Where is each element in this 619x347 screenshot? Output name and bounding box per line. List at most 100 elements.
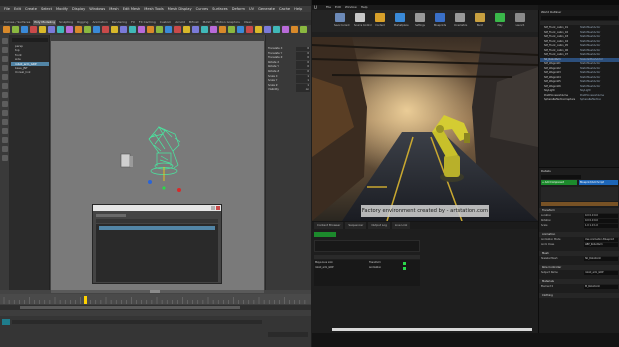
maya-tool-icon[interactable]: [2, 146, 8, 152]
shelf-tool-icon[interactable]: [192, 26, 199, 33]
ue-toolbar-blueprints-button[interactable]: Blueprints: [434, 13, 446, 29]
shelf-tool-icon[interactable]: [75, 26, 82, 33]
channel-row[interactable]: Scale X 1: [268, 74, 310, 79]
shelf-tool-icon[interactable]: [282, 26, 289, 33]
channel-row[interactable]: Translate Z 0: [268, 56, 310, 61]
details-property-row[interactable]: Location 0.0 0.0 0.0: [541, 214, 618, 218]
details-tab[interactable]: Details: [541, 169, 561, 174]
channel-row[interactable]: Translate X 0: [268, 47, 310, 51]
ue-outliner-search[interactable]: [541, 16, 618, 20]
details-section-animation[interactable]: Animation: [539, 232, 619, 237]
component-tree[interactable]: [541, 187, 618, 201]
shelf-tool-icon[interactable]: [300, 26, 307, 33]
details-property-row[interactable]: Rotation 0.0 0.0 0.0: [541, 219, 618, 223]
dialog-close-icon[interactable]: [216, 206, 220, 210]
maya-tool-icon[interactable]: [2, 110, 8, 116]
details-property-row[interactable]: Scale 1.0 1.0 1.0: [541, 224, 618, 228]
property-value[interactable]: M_RobotArm: [584, 285, 618, 289]
ue-toolbar-source-control-button[interactable]: Source Control: [354, 13, 372, 29]
channel-row[interactable]: Scale Y 1: [268, 79, 310, 84]
shelf-tool-icon[interactable]: [129, 26, 136, 33]
outliner-tab[interactable]: World Outliner: [541, 10, 571, 15]
property-value[interactable]: 0.0 0.0 0.0: [584, 219, 618, 223]
channel-value[interactable]: 0: [296, 56, 310, 61]
ue-toolbar-settings-button[interactable]: Settings: [414, 13, 426, 29]
maya-tool-icon[interactable]: [2, 119, 8, 125]
maya-tool-icon[interactable]: [2, 47, 8, 53]
property-value[interactable]: ABP_RobotArm: [584, 243, 618, 247]
shelf-tool-icon[interactable]: [30, 26, 37, 33]
ue-toolbar-save-current-button[interactable]: Save Current: [334, 13, 350, 29]
outliner-search-input[interactable]: [12, 38, 48, 42]
maya-tool-icon[interactable]: [2, 56, 8, 62]
property-value[interactable]: 0.0 0.0 0.0: [584, 214, 618, 218]
details-section-mesh[interactable]: Mesh: [539, 251, 619, 256]
dialog-subject-list[interactable]: [96, 224, 218, 282]
shelf-tool-icon[interactable]: [3, 26, 10, 33]
channel-row[interactable]: Rotate Z 0: [268, 70, 310, 74]
details-section-clothing[interactable]: Clothing: [539, 293, 619, 298]
maya-tool-icon[interactable]: [2, 92, 8, 98]
maya-tool-icon[interactable]: [2, 101, 8, 107]
shelf-tool-icon[interactable]: [39, 26, 46, 33]
outliner-item[interactable]: front: [11, 53, 49, 57]
ue-toolbar-marketplace-button[interactable]: Marketplace: [394, 13, 409, 29]
property-value[interactable]: robot_arm_GRP: [584, 271, 618, 275]
shelf-tool-icon[interactable]: [273, 26, 280, 33]
shelf-tool-icon[interactable]: [93, 26, 100, 33]
ue-toolbar-launch-button[interactable]: Launch: [514, 13, 526, 29]
shelf-tool-icon[interactable]: [138, 26, 145, 33]
details-property-row[interactable]: Subject Name robot_arm_GRP: [541, 271, 618, 275]
property-value[interactable]: Use Animation Blueprint: [584, 238, 618, 242]
ue-tab[interactable]: Output Log: [368, 222, 390, 229]
ue-toolbar-play-button[interactable]: Play: [494, 13, 506, 29]
ue-toolbar-build-button[interactable]: Build: [474, 13, 486, 29]
maya-tool-icon[interactable]: [2, 65, 8, 71]
outliner-actor-row[interactable]: SphereReflectionCapture SphereReflection: [540, 98, 619, 102]
channel-row[interactable]: Visibility on: [268, 88, 310, 93]
shelf-tool-icon[interactable]: [120, 26, 127, 33]
subjects-list[interactable]: Maya Live Link Transform robot_arm_GRP Anim…: [314, 260, 420, 286]
outliner-item[interactable]: Unreal_link: [11, 70, 49, 74]
outliner-item[interactable]: base_JNT: [11, 66, 49, 70]
outliner-item[interactable]: robot_arm_GRP: [11, 61, 49, 66]
maya-tool-icon[interactable]: [2, 128, 8, 134]
live-link-subject-row[interactable]: Maya Live Link Transform: [315, 261, 419, 265]
shelf-tool-icon[interactable]: [291, 26, 298, 33]
shelf-tool-icon[interactable]: [246, 26, 253, 33]
details-property-row[interactable]: Skeletal Mesh SK_RobotArm: [541, 257, 618, 261]
shelf-tool-icon[interactable]: [102, 26, 109, 33]
sources-list[interactable]: [314, 240, 420, 252]
channel-value[interactable]: 0: [296, 47, 310, 51]
mel-input[interactable]: [12, 320, 262, 324]
shelf-tool-icon[interactable]: [57, 26, 64, 33]
shelf-tool-icon[interactable]: [174, 26, 181, 33]
blueprint-add-script-button[interactable]: Blueprint/Add Script: [579, 180, 618, 185]
ue-tab[interactable]: Live Link: [391, 222, 411, 229]
property-value[interactable]: SK_RobotArm: [584, 257, 618, 261]
channel-value[interactable]: 0: [296, 70, 310, 74]
shelf-tool-icon[interactable]: [111, 26, 118, 33]
dialog-subject-row[interactable]: [99, 226, 215, 230]
details-property-row[interactable]: Anim Class ABP_RobotArm: [541, 243, 618, 247]
channel-value[interactable]: 0: [296, 51, 310, 56]
add-source-button[interactable]: [314, 232, 336, 237]
shelf-tool-icon[interactable]: [219, 26, 226, 33]
details-section-materials[interactable]: Materials: [539, 279, 619, 284]
shelf-tool-icon[interactable]: [237, 26, 244, 33]
add-component-button[interactable]: + Add Component: [541, 180, 577, 185]
shelf-tool-icon[interactable]: [210, 26, 217, 33]
shelf-tool-icon[interactable]: [84, 26, 91, 33]
selected-component-row[interactable]: [541, 202, 618, 206]
dialog-ok-button[interactable]: [150, 290, 160, 293]
channel-row[interactable]: Rotate Y 0: [268, 65, 310, 70]
maya-tool-icon[interactable]: [2, 155, 8, 161]
maya-tool-icon[interactable]: [2, 74, 8, 80]
shelf-tool-icon[interactable]: [183, 26, 190, 33]
ue-tab[interactable]: Sequencer: [345, 222, 367, 229]
channel-value[interactable]: 1: [296, 79, 310, 84]
shelf-tool-icon[interactable]: [12, 26, 19, 33]
ue-tab[interactable]: Content Browser: [314, 222, 344, 229]
ue-level-viewport[interactable]: [312, 37, 538, 221]
outliner-item[interactable]: persp: [11, 44, 49, 48]
